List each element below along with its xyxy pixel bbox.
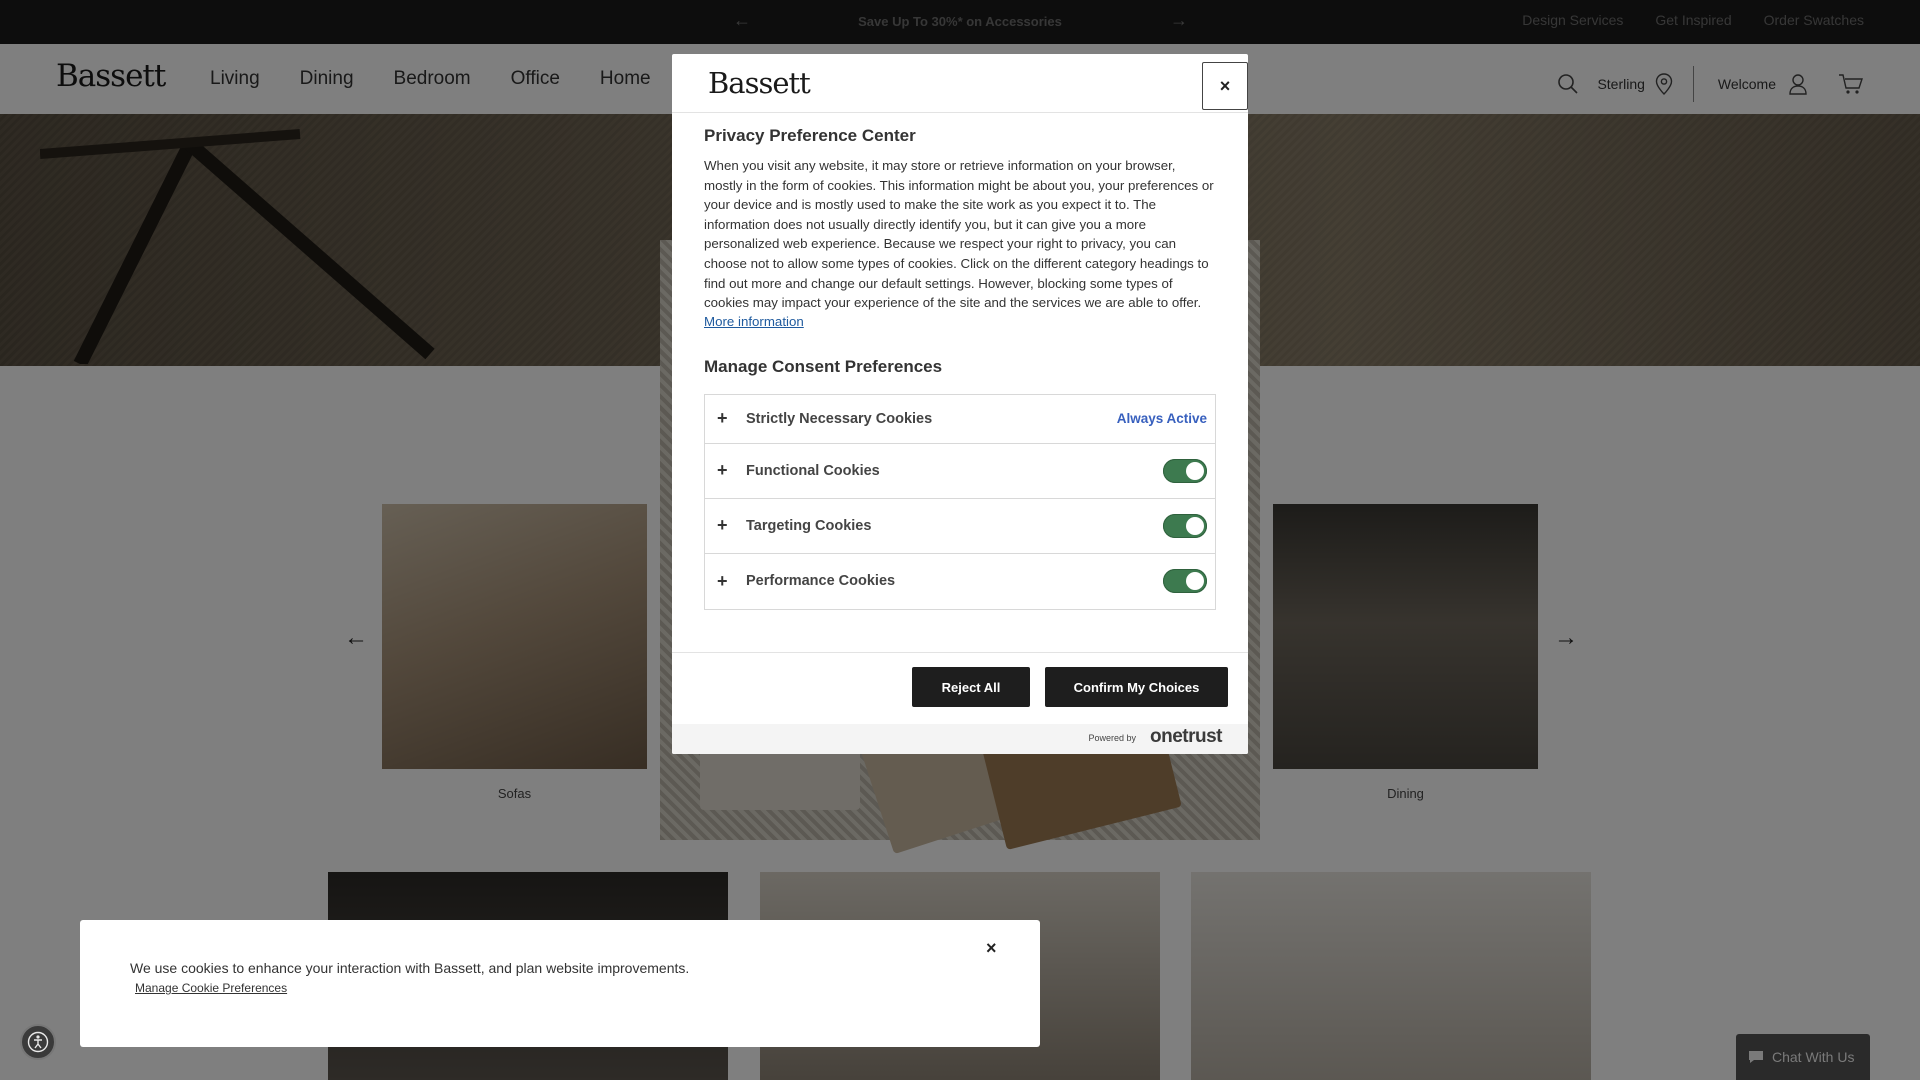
toggle-knob <box>1186 461 1204 480</box>
accessibility-button[interactable] <box>20 1024 56 1060</box>
onetrust-logo[interactable]: onetrust <box>1150 726 1223 748</box>
consent-name[interactable]: Functional Cookies <box>746 463 880 479</box>
modal-description: When you visit any website, it may store… <box>704 158 1214 311</box>
performance-cookies-toggle[interactable] <box>1163 569 1207 594</box>
consent-row-strictly-necessary[interactable]: + Strictly Necessary Cookies Always Acti… <box>705 395 1215 444</box>
cookie-banner-close-button[interactable]: × <box>986 938 997 959</box>
modal-body: Privacy Preference Center When you visit… <box>704 126 1216 610</box>
always-active-status: Always Active <box>1116 411 1207 427</box>
modal-logo: Bassett <box>708 66 811 100</box>
modal-close-button[interactable]: × <box>1202 62 1248 110</box>
expand-plus-icon[interactable]: + <box>717 515 728 536</box>
consent-name[interactable]: Performance Cookies <box>746 573 895 589</box>
more-information-link[interactable]: More information <box>704 314 804 329</box>
accessibility-icon <box>27 1031 49 1053</box>
chat-bubble-icon <box>1749 1051 1763 1063</box>
toggle-knob <box>1186 516 1204 535</box>
cookie-banner-text: We use cookies to enhance your interacti… <box>130 960 690 976</box>
expand-plus-icon[interactable]: + <box>717 408 728 429</box>
consent-name[interactable]: Strictly Necessary Cookies <box>746 411 932 427</box>
toggle-knob <box>1186 572 1204 591</box>
modal-title: Privacy Preference Center <box>704 126 916 145</box>
privacy-preference-modal: Bassett × Privacy Preference Center When… <box>672 54 1248 754</box>
consent-row-functional[interactable]: + Functional Cookies <box>705 444 1215 499</box>
modal-footer: Reject All Confirm My Choices <box>672 652 1248 724</box>
consent-category-list: + Strictly Necessary Cookies Always Acti… <box>704 393 1216 610</box>
expand-plus-icon[interactable]: + <box>717 571 728 592</box>
consent-row-targeting[interactable]: + Targeting Cookies <box>705 499 1215 554</box>
consent-section-title: Manage Consent Preferences <box>704 356 943 376</box>
expand-plus-icon[interactable]: + <box>717 460 728 481</box>
consent-row-performance[interactable]: + Performance Cookies <box>705 554 1215 609</box>
chat-with-us-button[interactable]: Chat With Us <box>1736 1034 1870 1080</box>
reject-all-button[interactable]: Reject All <box>912 667 1030 707</box>
powered-by-bar: Powered by onetrust <box>672 724 1248 754</box>
consent-name[interactable]: Targeting Cookies <box>746 518 871 534</box>
manage-cookie-preferences-link[interactable]: Manage Cookie Preferences <box>135 981 287 995</box>
confirm-my-choices-button[interactable]: Confirm My Choices <box>1045 667 1228 707</box>
modal-header: Bassett × <box>672 54 1248 113</box>
functional-cookies-toggle[interactable] <box>1163 458 1207 483</box>
powered-by-text: Powered by <box>1088 733 1136 743</box>
cookie-banner: We use cookies to enhance your interacti… <box>80 920 1040 1047</box>
targeting-cookies-toggle[interactable] <box>1163 513 1207 538</box>
chat-label: Chat With Us <box>1772 1049 1855 1065</box>
